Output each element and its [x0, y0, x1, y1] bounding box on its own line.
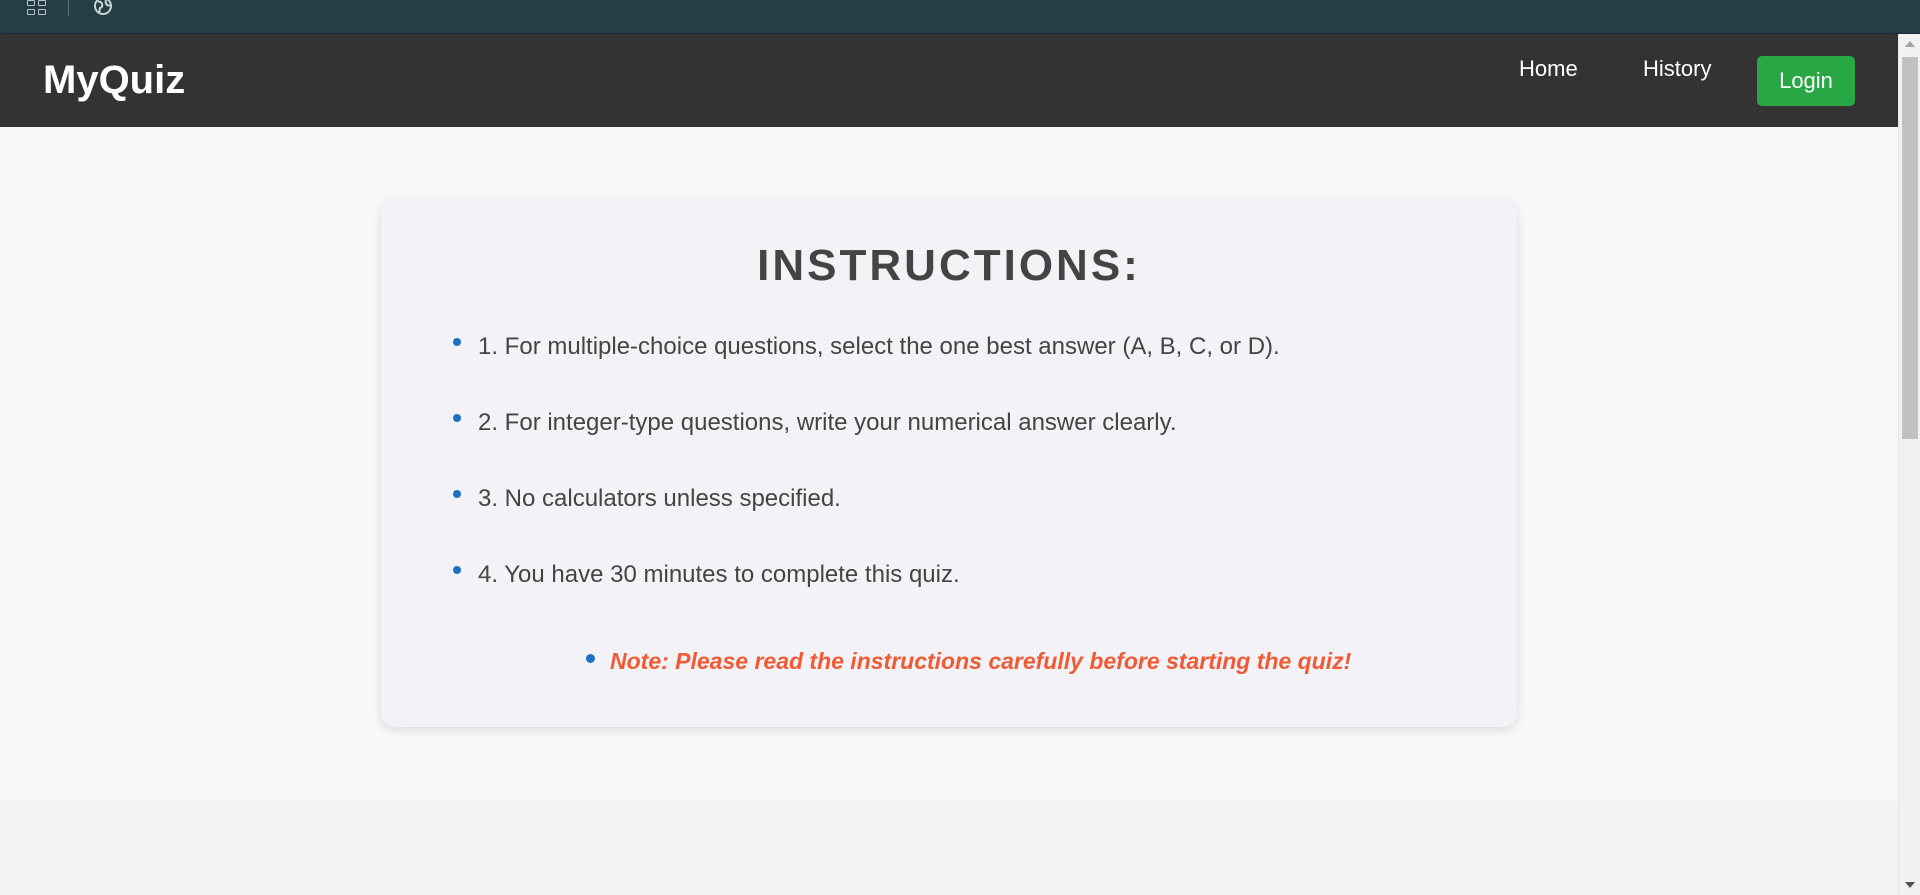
vertical-scrollbar[interactable]	[1898, 34, 1920, 895]
instruction-item: 3. No calculators unless specified.	[453, 484, 841, 514]
top-navbar: MyQuiz Home History Login	[0, 34, 1898, 127]
instruction-item: 2. For integer-type questions, write you…	[453, 408, 1177, 438]
main-content: INSTRUCTIONS: 1. For multiple-choice que…	[0, 127, 1898, 801]
instruction-item: 1. For multiple-choice questions, select…	[453, 332, 1280, 362]
note-text: Note: Please read the instructions caref…	[610, 648, 1352, 674]
strip-divider	[68, 0, 69, 16]
apps-grid-icon[interactable]	[27, 0, 47, 16]
scroll-up-arrow-icon[interactable]	[1905, 41, 1915, 47]
bullet-icon	[453, 490, 461, 498]
instruction-note: Note: Please read the instructions caref…	[586, 646, 1352, 676]
bullet-icon	[586, 654, 595, 663]
scroll-down-arrow-icon[interactable]	[1905, 882, 1915, 888]
instruction-text: 4. You have 30 minutes to complete this …	[478, 561, 960, 588]
nav-history-link[interactable]: History	[1643, 34, 1711, 104]
bullet-icon	[453, 566, 461, 574]
brand-logo[interactable]: MyQuiz	[43, 34, 185, 127]
browser-top-strip	[0, 0, 1920, 34]
scrollbar-thumb[interactable]	[1902, 57, 1918, 439]
app-page: MyQuiz Home History Login INSTRUCTIONS: …	[0, 34, 1898, 895]
bullet-icon	[453, 414, 461, 422]
instruction-text: 1. For multiple-choice questions, select…	[478, 333, 1280, 360]
instruction-item: 4. You have 30 minutes to complete this …	[453, 560, 960, 590]
instructions-card: INSTRUCTIONS: 1. For multiple-choice que…	[381, 199, 1517, 727]
nav-home-link[interactable]: Home	[1519, 34, 1578, 104]
globe-icon[interactable]	[92, 0, 114, 21]
bullet-icon	[453, 338, 461, 346]
login-button[interactable]: Login	[1757, 56, 1855, 106]
instruction-text: 2. For integer-type questions, write you…	[478, 409, 1177, 436]
instruction-text: 3. No calculators unless specified.	[478, 485, 841, 512]
instructions-title: INSTRUCTIONS:	[757, 241, 1141, 290]
